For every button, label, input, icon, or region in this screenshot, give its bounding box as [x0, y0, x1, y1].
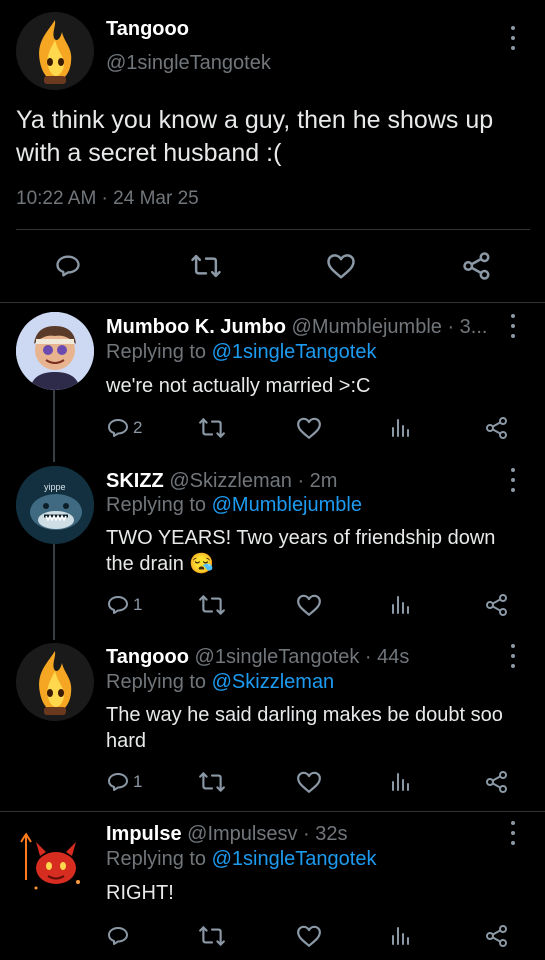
user-avatar-icon — [16, 312, 94, 390]
stats-icon[interactable] — [388, 768, 414, 796]
heart-icon[interactable] — [294, 591, 324, 619]
replying-to: Replying to @1singleTangotek — [106, 341, 376, 364]
devil-avatar-icon — [20, 832, 80, 890]
reply-author-name[interactable]: Tangooo — [106, 646, 189, 668]
replying-to: Replying to @1singleTangotek — [106, 848, 376, 871]
replying-prefix: Replying to — [106, 494, 212, 516]
stats-icon[interactable] — [388, 922, 414, 950]
more-icon[interactable] — [508, 468, 518, 492]
reply-author-name[interactable]: Impulse — [106, 823, 182, 845]
shark-avatar-icon — [16, 466, 94, 544]
reply-handle-time[interactable]: @1singleTangotek · 44s — [195, 646, 410, 668]
more-icon[interactable] — [508, 26, 518, 50]
reply-count: 2 — [133, 418, 143, 437]
more-icon[interactable] — [508, 314, 518, 338]
avatar-caption: yippe — [44, 482, 66, 492]
heart-icon[interactable] — [325, 250, 357, 282]
divider — [0, 302, 545, 303]
more-icon[interactable] — [508, 644, 518, 668]
reply-text: we're not actually married >:C — [106, 375, 371, 397]
reply-icon[interactable]: 1 — [106, 591, 142, 619]
tweet-timestamp: 10:22 AM · 24 Mar 25 — [16, 188, 199, 209]
reply-text: The way he said darling makes be doubt s… — [106, 704, 503, 752]
avatar[interactable] — [16, 12, 94, 90]
reply-handle-time[interactable]: @Skizzleman · 2m — [169, 470, 337, 492]
avatar[interactable] — [16, 820, 94, 898]
reply-header: SKIZZ @Skizzleman · 2m — [106, 470, 337, 493]
thread-line — [53, 543, 55, 640]
share-icon[interactable] — [483, 922, 511, 950]
replying-prefix: Replying to — [106, 848, 212, 870]
fire-avatar-icon — [39, 20, 72, 84]
reply-header: Tangooo @1singleTangotek · 44s — [106, 646, 409, 669]
share-icon[interactable] — [483, 414, 511, 442]
retweet-icon[interactable] — [197, 414, 227, 442]
replying-to: Replying to @Skizzleman — [106, 671, 334, 694]
share-icon[interactable] — [483, 591, 511, 619]
reply-author-name[interactable]: SKIZZ — [106, 470, 164, 492]
retweet-icon[interactable] — [197, 768, 227, 796]
heart-icon[interactable] — [294, 922, 324, 950]
reply-handle-time[interactable]: @Mumblejumble · 3... — [292, 316, 488, 338]
reply-text: TWO YEARS! Two years of friendship down … — [106, 527, 496, 575]
replying-to-link[interactable]: @Skizzleman — [212, 671, 335, 693]
reply-text: RIGHT! — [106, 882, 174, 904]
reply-header: Impulse @Impulsesv · 32s — [106, 823, 348, 846]
reply-header: Mumboo K. Jumbo @Mumblejumble · 3... — [106, 316, 487, 339]
replying-prefix: Replying to — [106, 341, 212, 363]
stats-icon[interactable] — [388, 591, 414, 619]
heart-icon[interactable] — [294, 414, 324, 442]
retweet-icon[interactable] — [197, 922, 227, 950]
fire-avatar-icon — [39, 651, 72, 715]
replying-to-link[interactable]: @Mumblejumble — [212, 494, 362, 516]
reply-count: 1 — [133, 595, 143, 614]
share-icon[interactable] — [460, 250, 494, 282]
divider — [16, 229, 530, 230]
share-icon[interactable] — [483, 768, 511, 796]
divider — [0, 811, 545, 812]
replying-to-link[interactable]: @1singleTangotek — [212, 848, 377, 870]
stats-icon[interactable] — [388, 414, 414, 442]
avatar[interactable]: yippe — [16, 466, 94, 544]
reply-author-name[interactable]: Mumboo K. Jumbo — [106, 316, 286, 338]
reply-count: 1 — [133, 772, 143, 791]
more-icon[interactable] — [508, 821, 518, 845]
reply-icon[interactable]: 1 — [106, 768, 142, 796]
reply-handle-time[interactable]: @Impulsesv · 32s — [187, 823, 347, 845]
replying-to-link[interactable]: @1singleTangotek — [212, 341, 377, 363]
retweet-icon[interactable] — [188, 250, 224, 282]
author-name[interactable]: Tangooo — [106, 18, 189, 41]
avatar[interactable] — [16, 312, 94, 390]
avatar[interactable] — [16, 643, 94, 721]
tweet-text: Ya think you know a guy, then he shows u… — [16, 106, 494, 167]
reply-icon[interactable] — [106, 922, 133, 950]
replying-prefix: Replying to — [106, 671, 212, 693]
replying-to: Replying to @Mumblejumble — [106, 494, 362, 517]
reply-icon[interactable] — [52, 250, 84, 282]
retweet-icon[interactable] — [197, 591, 227, 619]
reply-icon[interactable]: 2 — [106, 414, 142, 442]
author-handle[interactable]: @1singleTangotek — [106, 52, 271, 75]
heart-icon[interactable] — [294, 768, 324, 796]
